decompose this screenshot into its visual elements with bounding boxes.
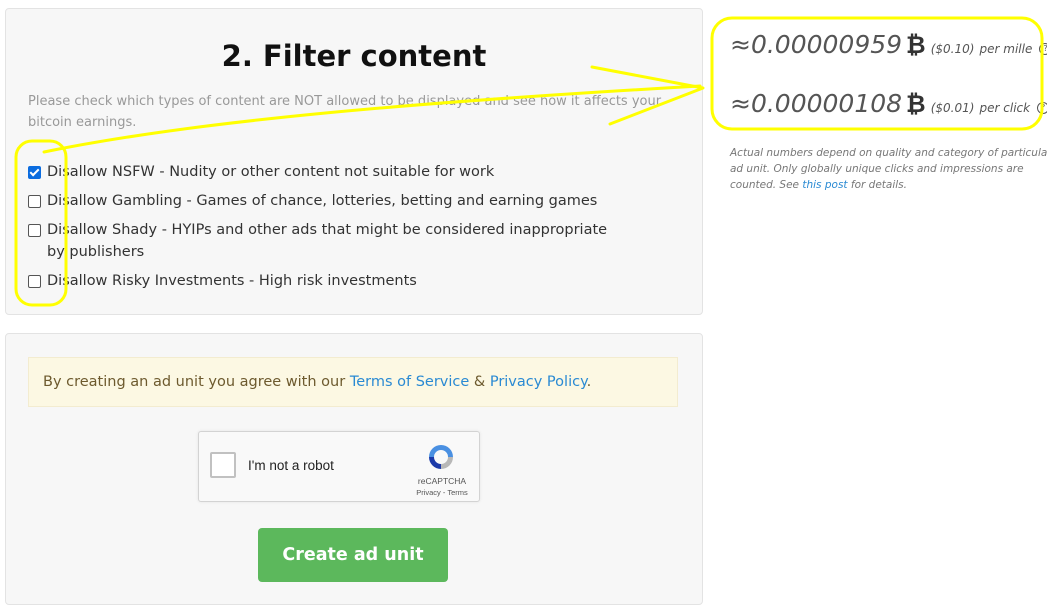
per-click-usd: ($0.01): [930, 101, 975, 115]
per-click-btc-value: ≈0.00000108: [730, 89, 903, 118]
agreement-notice: By creating an ad unit you agree with ou…: [28, 357, 678, 407]
option-gambling[interactable]: Disallow Gambling - Games of chance, lot…: [28, 190, 628, 212]
bitcoin-icon: ₿: [906, 31, 926, 59]
shady-checkbox[interactable]: [28, 224, 41, 237]
per-click-unit: per click: [979, 101, 1031, 115]
filter-title: 2. Filter content: [221, 39, 487, 73]
agreement-amp: &: [469, 374, 490, 390]
agreement-suffix: .: [586, 374, 592, 390]
option-gambling-label: Disallow Gambling - Games of chance, lot…: [47, 193, 598, 209]
per-mille-btc-value: ≈0.00000959: [730, 30, 903, 59]
option-risky-label: Disallow Risky Investments - High risk i…: [47, 273, 417, 289]
option-risky[interactable]: Disallow Risky Investments - High risk i…: [28, 270, 628, 292]
option-shady-label: Disallow Shady - HYIPs and other ads tha…: [47, 222, 608, 260]
privacy-policy-link[interactable]: Privacy Policy: [490, 374, 587, 390]
create-ad-unit-panel: By creating an ad unit you agree with ou…: [5, 333, 703, 605]
option-nsfw[interactable]: Disallow NSFW - Nudity or other content …: [28, 161, 628, 183]
this-post-link[interactable]: this post: [802, 179, 847, 191]
per-mille-unit: per mille: [979, 42, 1033, 56]
risky-checkbox[interactable]: [28, 275, 41, 288]
recaptcha-logo-icon: [429, 445, 453, 469]
recaptcha-widget: I'm not a robot reCAPTCHA Privacy - Term…: [198, 431, 480, 502]
filter-description: Please check which types of content are …: [28, 94, 662, 130]
create-ad-unit-button[interactable]: Create ad unit: [258, 528, 448, 582]
per-mille-usd: ($0.10): [930, 42, 975, 56]
option-nsfw-label: Disallow NSFW - Nudity or other content …: [47, 164, 495, 180]
gambling-checkbox[interactable]: [28, 195, 41, 208]
nsfw-checkbox[interactable]: [28, 166, 41, 179]
recaptcha-label: I'm not a robot: [248, 458, 334, 473]
help-icon[interactable]: ?: [1037, 102, 1047, 114]
rate-per-click: ≈0.00000108 ₿ ($0.01) per click ?: [730, 89, 1047, 119]
recaptcha-brand: reCAPTCHA: [417, 476, 467, 486]
note-suffix: for details.: [847, 179, 907, 191]
earnings-note: Actual numbers depend on quality and cat…: [730, 145, 1047, 193]
bitcoin-icon: ₿: [906, 90, 926, 118]
recaptcha-links[interactable]: Privacy - Terms: [399, 488, 485, 497]
filter-content-panel: 2. Filter content Please check which typ…: [5, 8, 703, 315]
recaptcha-checkbox[interactable]: [210, 452, 236, 478]
option-shady[interactable]: Disallow Shady - HYIPs and other ads tha…: [28, 219, 628, 263]
help-icon[interactable]: ?: [1039, 43, 1047, 55]
rate-per-mille: ≈0.00000959₿ ($0.10) per mille ?: [730, 30, 1047, 60]
terms-of-service-link[interactable]: Terms of Service: [350, 374, 469, 390]
agreement-prefix: By creating an ad unit you agree with ou…: [43, 374, 350, 390]
